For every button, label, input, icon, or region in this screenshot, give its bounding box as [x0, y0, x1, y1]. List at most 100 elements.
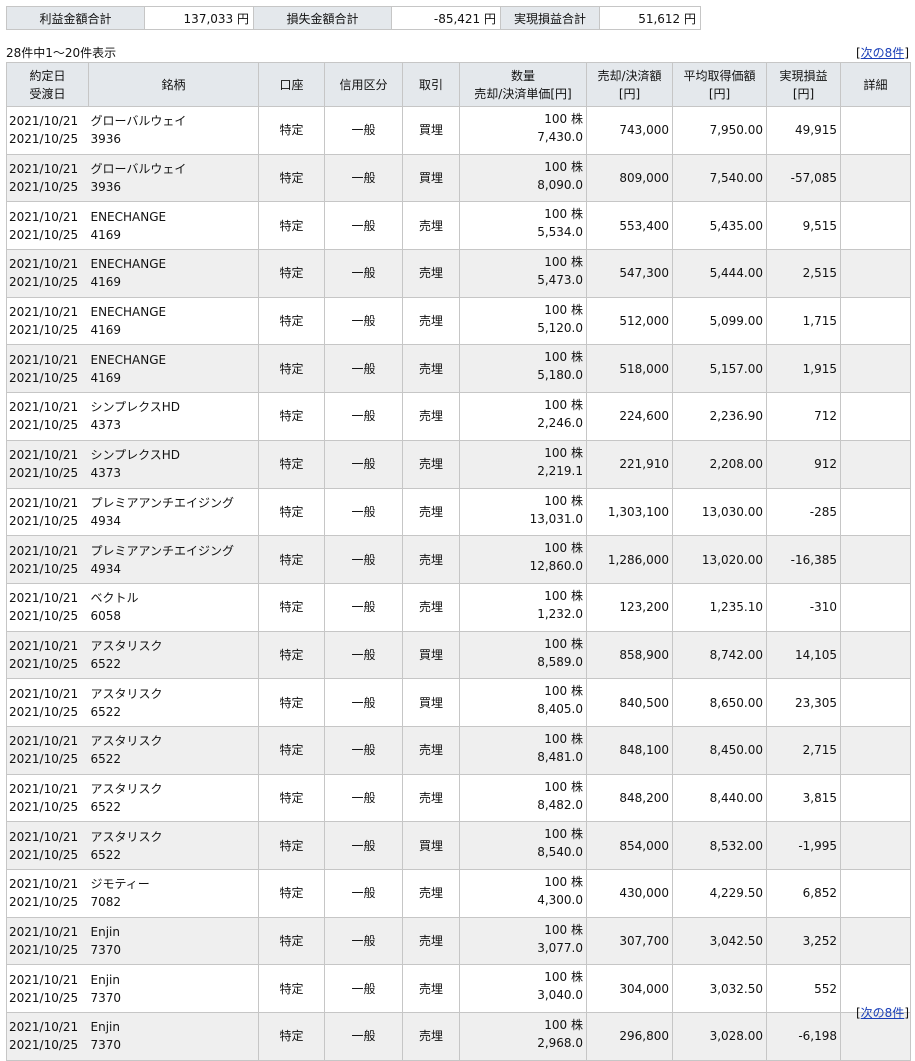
trade-date: 2021/10/21	[9, 352, 79, 367]
unit-price: 1,232.0	[537, 606, 583, 621]
sale-amount: 224,600	[586, 392, 673, 441]
sale-amount: 1,303,100	[586, 487, 673, 537]
qty-cell: 100 株 5,180.0	[459, 344, 587, 394]
unit-price: 2,968.0	[537, 1036, 583, 1051]
date-cell: 2021/10/21 2021/10/25	[6, 725, 89, 775]
credit-type: 一般	[324, 869, 403, 918]
col-header-sale-line1: 売却/決済額	[597, 68, 662, 83]
table-row: 2021/10/21 2021/10/25 ベクトル 6058 特定 一般 売埋 100 株1…	[6, 582, 911, 632]
next-page-link[interactable]: 次の8件	[861, 1006, 905, 1020]
stock-name: アスタリスク	[90, 781, 163, 796]
credit-type: 一般	[324, 773, 403, 823]
avg-price: 7,950.00	[672, 106, 767, 155]
account-type: 特定	[258, 439, 325, 489]
avg-price: 3,032.50	[672, 964, 767, 1014]
unit-price: 5,120.0	[537, 320, 583, 335]
detail-cell	[840, 773, 911, 823]
realized-pl: 9,515	[766, 201, 841, 251]
quantity: 100 株	[544, 398, 583, 413]
date-cell: 2021/10/21 2021/10/25	[6, 582, 89, 632]
qty-cell: 100 株 8,482.0	[459, 773, 587, 823]
sale-amount: 553,400	[586, 201, 673, 251]
unit-price: 5,473.0	[537, 273, 583, 288]
stock-cell: Enjin 7370	[88, 964, 259, 1014]
account-type: 特定	[258, 916, 325, 966]
avg-price: 5,435.00	[672, 201, 767, 251]
quantity: 100 株	[544, 875, 583, 889]
qty-cell: 100 株 8,405.0	[459, 678, 587, 727]
col-header-pl: 実現損益 [円]	[766, 62, 841, 107]
sale-amount: 296,800	[586, 1012, 673, 1061]
trade-type: 売埋	[402, 392, 460, 441]
col-header-credit: 信用区分	[324, 62, 403, 107]
next-page-link[interactable]: 次の8件	[861, 46, 905, 60]
stock-name: Enjin	[90, 1020, 120, 1035]
quantity: 100 株	[544, 112, 583, 126]
stock-code: 4934	[90, 513, 122, 528]
unit-price: 8,482.0	[537, 797, 583, 812]
avg-price: 5,099.00	[672, 296, 767, 346]
date-cell: 2021/10/21 2021/10/25	[6, 487, 89, 537]
col-header-dates: 約定日 受渡日	[6, 62, 89, 107]
col-header-qty-line2: 売却/決済単価[円]	[474, 86, 572, 101]
table-row: 2021/10/21 2021/10/25 ジモティー 7082 特定 一般 売埋 100 株…	[6, 869, 911, 918]
sale-amount: 840,500	[586, 678, 673, 727]
qty-cell: 100 株 8,589.0	[459, 630, 587, 680]
stock-code: 6522	[90, 704, 122, 719]
stock-cell: Enjin 7370	[88, 1012, 259, 1061]
date-cell: 2021/10/21 2021/10/25	[6, 201, 89, 251]
avg-price: 4,229.50	[672, 869, 767, 918]
trade-date: 2021/10/21	[9, 925, 79, 940]
settle-date: 2021/10/25	[9, 609, 79, 624]
stock-cell: ENECHANGE 4169	[88, 249, 259, 298]
quantity: 100 株	[544, 445, 583, 460]
table-row: 2021/10/21 2021/10/25 ENECHANGE 4169 特定 一般 売埋 1…	[6, 344, 911, 394]
stock-cell: グローバルウェイ 3936	[88, 106, 259, 155]
unit-price: 2,219.1	[537, 463, 583, 478]
trade-date: 2021/10/21	[9, 781, 79, 796]
table-row: 2021/10/21 2021/10/25 シンプレクスHD 4373 特定 一般 売埋 10…	[6, 392, 911, 441]
col-header-sale: 売却/決済額 [円]	[586, 62, 673, 107]
credit-type: 一般	[324, 201, 403, 251]
avg-price: 13,030.00	[672, 487, 767, 537]
stock-code: 4169	[90, 370, 122, 385]
settle-date: 2021/10/25	[9, 1038, 79, 1053]
col-header-sale-line2: [円]	[618, 86, 641, 101]
col-header-name: 銘柄	[88, 62, 259, 107]
account-type: 特定	[258, 296, 325, 346]
account-type: 特定	[258, 106, 325, 155]
stock-cell: グローバルウェイ 3936	[88, 153, 259, 203]
detail-cell	[840, 821, 911, 870]
date-cell: 2021/10/21 2021/10/25	[6, 630, 89, 680]
trade-date: 2021/10/21	[9, 972, 79, 987]
stock-code: 4169	[90, 227, 122, 242]
avg-price: 3,028.00	[672, 1012, 767, 1061]
trade-history-table: 約定日 受渡日 銘柄 口座 信用区分 取引 数量 売却/決済単価[円] 売却/決済額…	[6, 62, 911, 1061]
realized-pl: 1,915	[766, 344, 841, 394]
qty-cell: 100 株 4,300.0	[459, 869, 587, 918]
realized-pl: 2,515	[766, 249, 841, 298]
trade-date: 2021/10/21	[9, 400, 79, 415]
table-row: 2021/10/21 2021/10/25 アスタリスク 6522 特定 一般 買埋 100 …	[6, 630, 911, 680]
settle-date: 2021/10/25	[9, 752, 79, 767]
sale-amount: 221,910	[586, 439, 673, 489]
unit-price: 8,589.0	[537, 654, 583, 669]
date-cell: 2021/10/21 2021/10/25	[6, 964, 89, 1014]
credit-type: 一般	[324, 725, 403, 775]
sale-amount: 307,700	[586, 916, 673, 966]
unit-price: 4,300.0	[537, 893, 583, 907]
realized-pl: 712	[766, 392, 841, 441]
stock-cell: プレミアアンチエイジング 4934	[88, 487, 259, 537]
stock-name: グローバルウェイ	[90, 114, 187, 129]
settle-date: 2021/10/25	[9, 561, 79, 576]
account-type: 特定	[258, 153, 325, 203]
trade-date: 2021/10/21	[9, 209, 79, 224]
unit-price: 13,031.0	[529, 511, 583, 526]
detail-cell	[840, 249, 911, 298]
stock-code: 4373	[90, 418, 122, 433]
realized-pl: -6,198	[766, 1012, 841, 1061]
quantity: 100 株	[544, 1018, 583, 1033]
stock-name: ENECHANGE	[90, 305, 167, 320]
qty-cell: 100 株 5,534.0	[459, 201, 587, 251]
detail-cell	[840, 916, 911, 966]
